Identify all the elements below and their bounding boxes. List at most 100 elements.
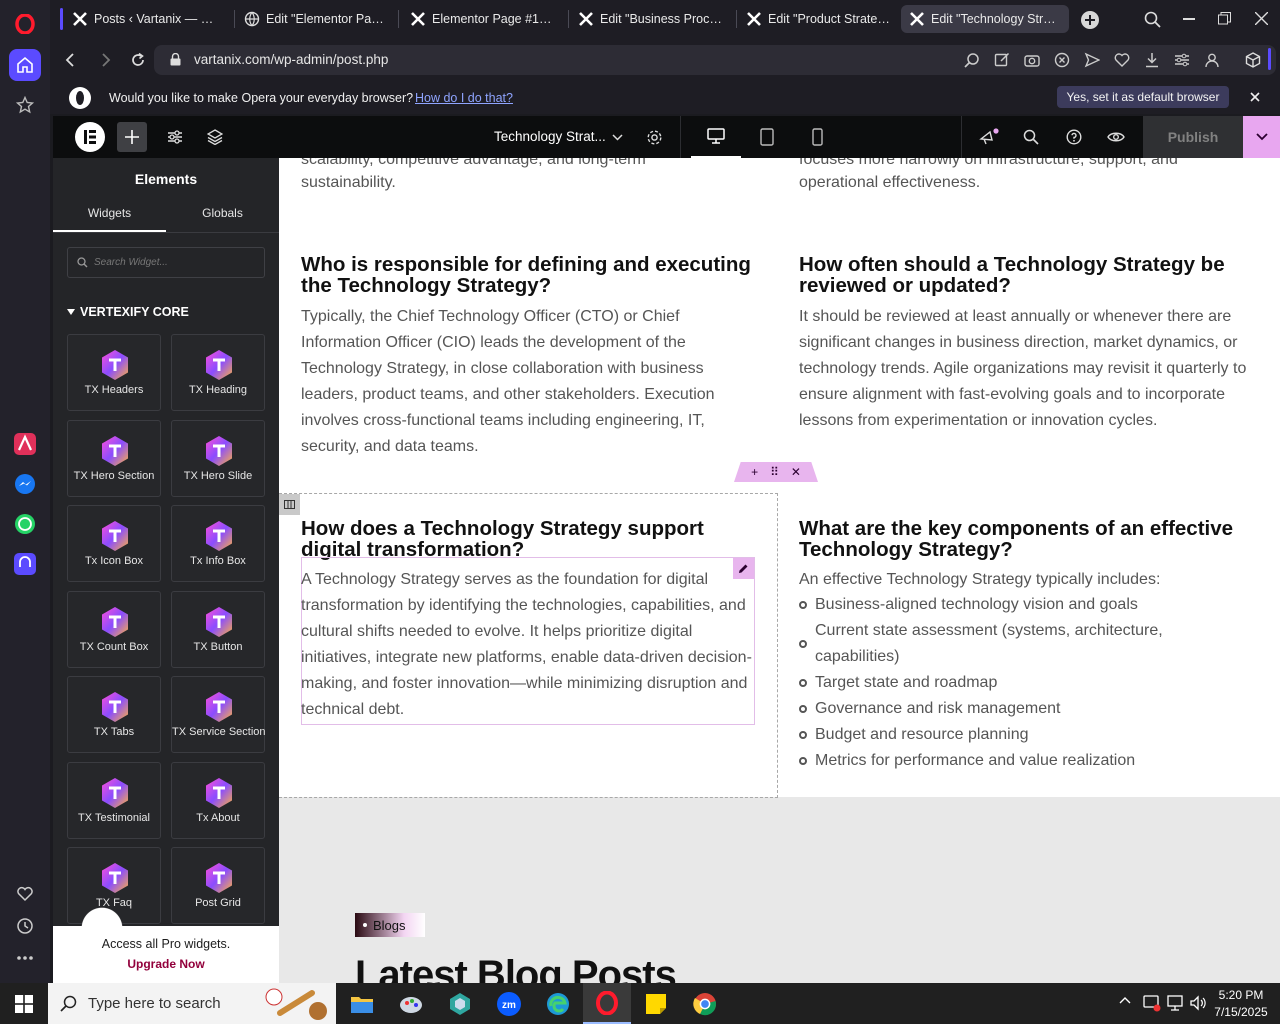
widget-tile[interactable]: TX Hero Slide [171, 419, 265, 497]
tab-business-process[interactable]: Edit "Business Process Optimization" [570, 5, 734, 33]
heart-icon[interactable] [9, 878, 41, 910]
tablet-view-icon[interactable] [753, 116, 781, 158]
faq-answer[interactable]: A Technology Strategy serves as the foun… [301, 567, 753, 723]
chevron-down-icon[interactable] [609, 116, 625, 158]
music-player-icon[interactable] [9, 548, 41, 580]
edit-widget-pencil-icon[interactable] [733, 558, 754, 579]
extensions-cube-icon[interactable] [1245, 52, 1261, 68]
close-window-icon[interactable] [1255, 12, 1268, 25]
zoom-icon[interactable]: zm [485, 983, 533, 1024]
tray-chevron-up-icon[interactable] [1119, 996, 1131, 1004]
delete-section-icon[interactable]: ✕ [791, 465, 801, 479]
publish-button[interactable]: Publish [1143, 116, 1243, 158]
profile-icon[interactable] [1204, 52, 1220, 68]
widget-icon [99, 606, 131, 638]
lock-icon[interactable] [170, 53, 181, 66]
network-icon[interactable] [1166, 994, 1184, 1012]
forward-icon[interactable] [100, 53, 112, 67]
adblock-icon[interactable] [1054, 52, 1070, 68]
aria-icon[interactable] [9, 428, 41, 460]
how-to-link[interactable]: How do I do that? [415, 91, 513, 105]
star-icon[interactable] [9, 89, 41, 121]
publish-options-button[interactable] [1243, 116, 1280, 158]
volume-icon[interactable] [1189, 994, 1207, 1012]
download-icon[interactable] [1144, 52, 1160, 68]
file-explorer-icon[interactable] [338, 983, 386, 1024]
add-element-button[interactable] [117, 116, 147, 158]
whatsapp-icon[interactable] [9, 508, 41, 540]
history-icon[interactable] [9, 910, 41, 942]
url-field[interactable]: vartanix.com/wp-admin/post.php [154, 45, 1276, 75]
widget-tile[interactable]: Tx Info Box [171, 505, 265, 582]
windows-start-icon[interactable] [0, 983, 48, 1024]
page-settings-gear-icon[interactable] [644, 116, 664, 158]
opera-logo-icon[interactable] [9, 8, 41, 40]
widget-tile[interactable]: TX Testimonial [67, 761, 161, 839]
structure-layers-icon[interactable] [201, 116, 229, 158]
add-section-plus-icon[interactable]: + [751, 465, 758, 479]
faq-answer: It should be reviewed at least annually … [799, 308, 1247, 429]
upgrade-link[interactable]: Upgrade Now [53, 957, 279, 971]
desktop-view-icon[interactable] [691, 116, 741, 158]
preview-eye-icon[interactable] [1104, 116, 1128, 158]
widget-tile[interactable]: TX Count Box [67, 590, 161, 668]
edge-icon[interactable] [534, 983, 582, 1024]
category-title[interactable]: VERTEXIFY CORE [80, 305, 189, 319]
widget-tile[interactable]: TX Button [171, 590, 265, 668]
easy-setup-icon[interactable] [1174, 52, 1190, 68]
system-clock[interactable]: 5:20 PM 7/15/2025 [1206, 987, 1276, 1021]
send-icon[interactable] [1084, 52, 1100, 68]
widget-label: TX Headers [84, 384, 144, 396]
drag-handle-icon[interactable]: ⠿ [770, 465, 779, 479]
tab-product-strategy[interactable]: Edit "Product Strategy" with Elementor [738, 5, 898, 33]
section-handle[interactable]: + ⠿ ✕ [734, 462, 818, 482]
camera-icon[interactable] [1024, 52, 1040, 68]
minimize-icon[interactable] [1183, 18, 1195, 20]
more-dots-icon[interactable] [9, 942, 41, 974]
opera-taskbar-icon[interactable] [583, 983, 631, 1024]
tab-widgets[interactable]: Widgets [53, 206, 166, 232]
new-tab-plus-icon[interactable] [1081, 11, 1099, 29]
bookmark-heart-icon[interactable] [1114, 52, 1130, 68]
restore-icon[interactable] [1218, 12, 1231, 25]
widget-tile[interactable]: Tx About [171, 761, 265, 839]
chrome-icon[interactable] [681, 983, 729, 1024]
tab-globals[interactable]: Globals [166, 206, 279, 232]
home-icon[interactable] [9, 49, 41, 81]
widget-tile[interactable]: TX Service Section [171, 676, 266, 753]
tab-posts[interactable]: Posts ‹ Vartanix — WordPress [64, 5, 232, 33]
site-settings-sliders-icon[interactable] [161, 116, 189, 158]
column-handle-icon[interactable] [279, 494, 300, 515]
messenger-icon[interactable] [9, 468, 41, 500]
back-icon[interactable] [64, 53, 76, 67]
widget-tile[interactable]: TX Heading [171, 334, 265, 411]
widget-tile[interactable]: Post Grid [171, 847, 265, 924]
widget-tile[interactable]: TX Headers [67, 334, 161, 411]
caret-down-icon[interactable] [67, 309, 75, 315]
reload-icon[interactable] [130, 52, 146, 68]
page-search-icon[interactable] [964, 52, 980, 68]
whats-new-megaphone-icon[interactable] [977, 116, 1001, 158]
help-icon[interactable] [1062, 116, 1086, 158]
paint-app-icon[interactable] [387, 983, 435, 1024]
tab-elementor-page[interactable]: Elementor Page #10052 – [402, 5, 566, 33]
widget-tile[interactable]: Tx Icon Box [67, 505, 161, 582]
close-prompt-icon[interactable] [1250, 92, 1260, 102]
dev-app-icon[interactable] [436, 983, 484, 1024]
tab-search-icon[interactable] [1144, 11, 1161, 28]
tab-technology-strategy[interactable]: Edit "Technology Strategy" with Elemento… [901, 5, 1069, 33]
elementor-logo-icon[interactable] [75, 116, 105, 158]
sticky-notes-icon[interactable] [632, 983, 680, 1024]
mobile-view-icon[interactable] [805, 116, 829, 158]
tab-edit-elementor-page[interactable]: Edit "Elementor Page #10052" [236, 5, 396, 33]
finder-search-icon[interactable] [1019, 116, 1043, 158]
widget-tile[interactable]: TX Tabs [67, 676, 161, 753]
widget-search-input[interactable]: Search Widget... [67, 247, 265, 278]
edit-page-icon[interactable] [994, 52, 1010, 68]
opera-logo-icon [68, 86, 92, 110]
taskbar-search-input[interactable]: Type here to search [48, 983, 336, 1024]
set-default-button[interactable]: Yes, set it as default browser [1057, 86, 1229, 108]
tray-app-icon[interactable] [1143, 994, 1161, 1012]
widget-tile[interactable]: TX Hero Section [67, 419, 161, 497]
document-title[interactable]: Technology Strat... [494, 129, 606, 144]
